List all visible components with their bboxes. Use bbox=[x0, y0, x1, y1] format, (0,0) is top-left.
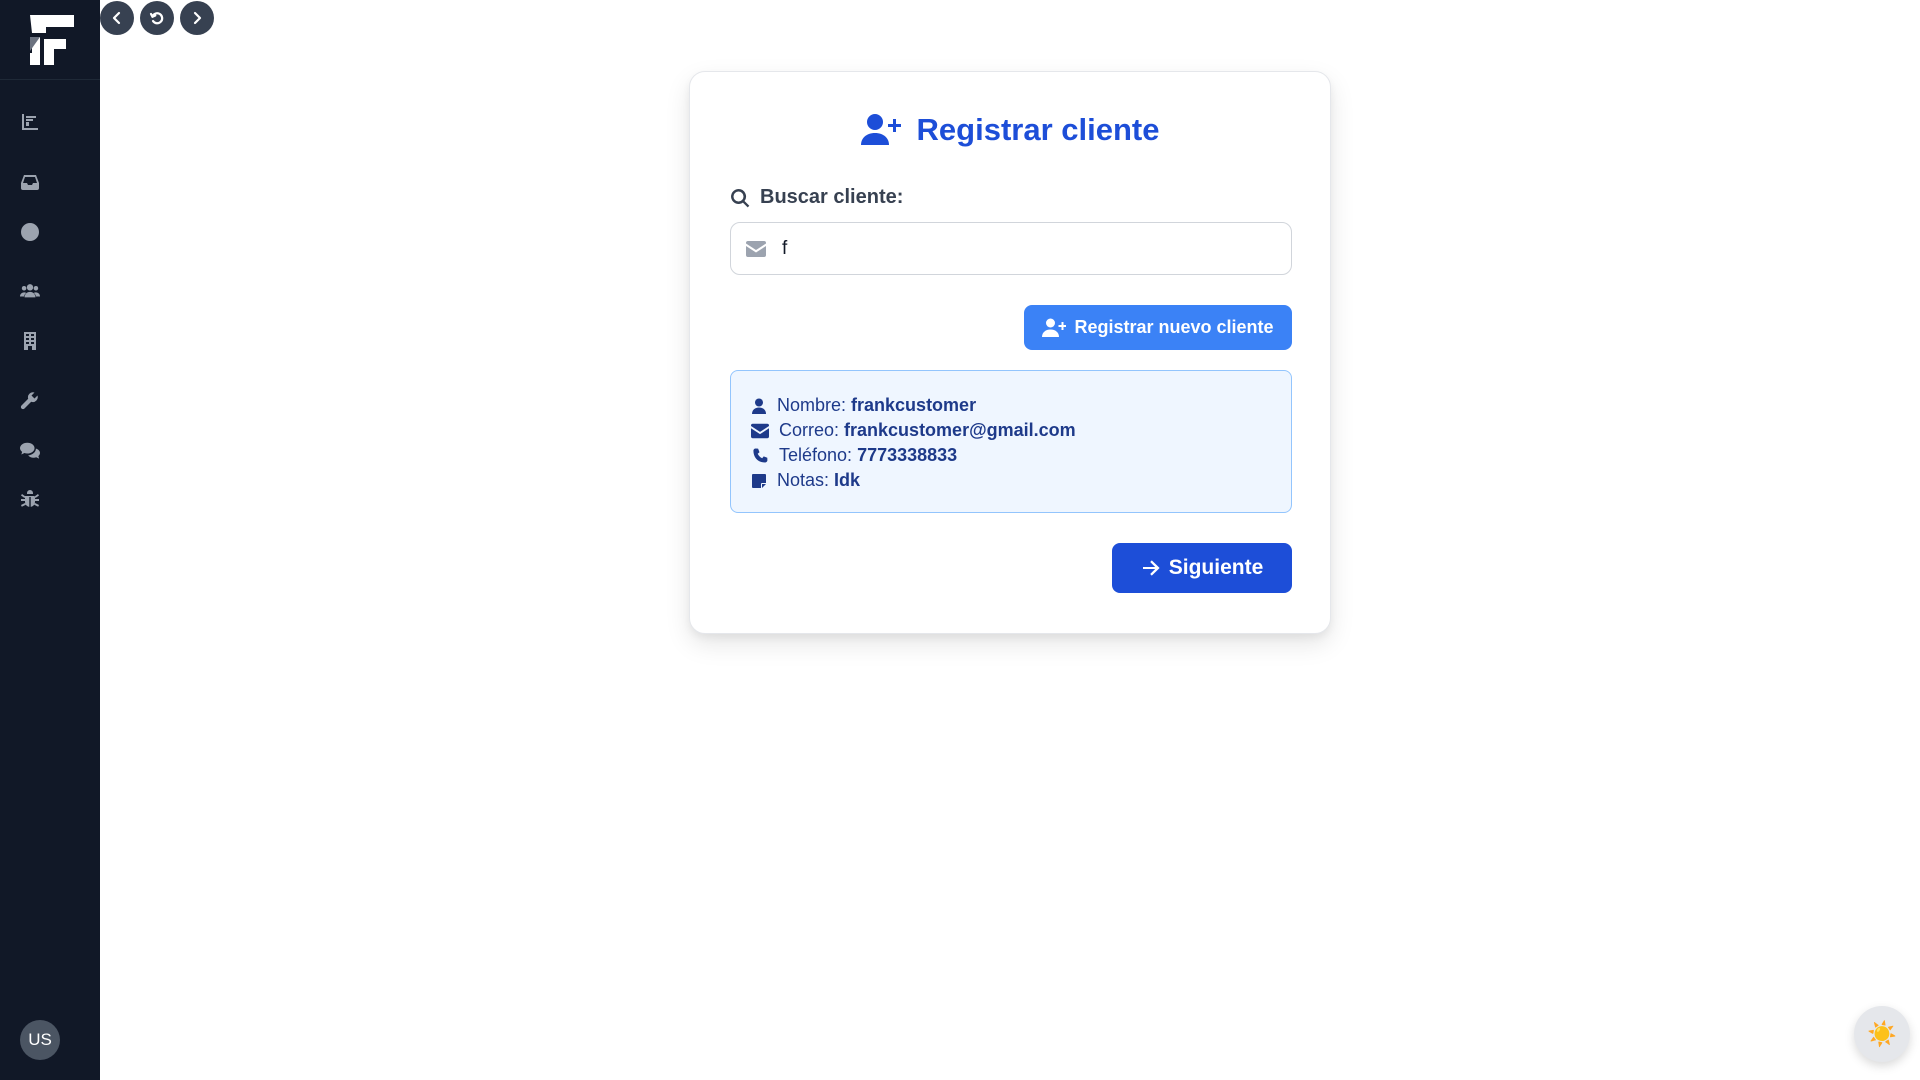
register-new-customer-button[interactable]: Registrar nuevo cliente bbox=[1024, 305, 1292, 350]
chart-icon bbox=[22, 114, 38, 130]
clock-icon bbox=[21, 223, 39, 241]
logo[interactable] bbox=[0, 0, 100, 80]
avatar-initials: US bbox=[28, 1030, 52, 1049]
envelope-icon bbox=[751, 423, 769, 438]
inbox-icon bbox=[21, 175, 39, 190]
user-plus-icon bbox=[1042, 318, 1067, 337]
customer-email-value: frankcustomer@gmail.com bbox=[844, 420, 1076, 440]
customer-notes-label: Notas: bbox=[777, 470, 830, 490]
reload-icon bbox=[149, 12, 164, 25]
next-button[interactable]: Siguiente bbox=[1112, 543, 1292, 593]
card-title-text: Registrar cliente bbox=[916, 112, 1160, 147]
customer-notes-value: Idk bbox=[834, 470, 861, 490]
register-customer-card: Registrar cliente Buscar cliente: Regist… bbox=[689, 71, 1331, 634]
customer-email-row: Correo: frankcustomer@gmail.com bbox=[751, 418, 1291, 443]
search-label-text: Buscar cliente: bbox=[760, 186, 904, 208]
sidebar-item-customers[interactable] bbox=[0, 279, 100, 303]
phone-icon bbox=[753, 448, 768, 462]
search-input[interactable] bbox=[780, 236, 1260, 261]
reload-button[interactable] bbox=[140, 1, 174, 35]
envelope-icon bbox=[746, 240, 766, 257]
customer-name-value: frankcustomer bbox=[851, 395, 977, 415]
chevron-right-icon bbox=[193, 11, 202, 25]
sidebar-nav bbox=[0, 80, 100, 512]
next-button-label: Siguiente bbox=[1168, 556, 1264, 579]
search-label: Buscar cliente: bbox=[730, 186, 903, 209]
user-icon bbox=[752, 398, 766, 414]
search-icon bbox=[731, 188, 750, 207]
register-new-customer-label: Registrar nuevo cliente bbox=[1074, 317, 1274, 337]
back-button[interactable] bbox=[100, 1, 134, 35]
user-avatar[interactable]: US bbox=[20, 1020, 60, 1060]
arrow-right-icon bbox=[1142, 560, 1160, 576]
sidebar-item-services[interactable] bbox=[0, 388, 100, 412]
building-icon bbox=[24, 332, 36, 350]
sidebar-item-messages[interactable] bbox=[0, 438, 100, 462]
logo-icon bbox=[30, 14, 74, 65]
customer-phone-label: Teléfono: bbox=[779, 445, 853, 465]
theme-toggle-button[interactable]: ☀️ bbox=[1854, 1006, 1910, 1062]
sidebar: US bbox=[0, 0, 100, 1080]
sidebar-item-bugs[interactable] bbox=[0, 488, 100, 512]
customer-phone-row: Teléfono: 7773338833 bbox=[751, 443, 1291, 468]
sidebar-item-dashboard[interactable] bbox=[0, 110, 100, 134]
sidebar-item-companies[interactable] bbox=[0, 329, 100, 353]
customer-name-label: Nombre: bbox=[777, 395, 847, 415]
card-title: Registrar cliente bbox=[690, 112, 1330, 148]
bug-icon bbox=[21, 490, 39, 507]
customer-phone-value: 7773338833 bbox=[857, 445, 958, 465]
wrench-icon bbox=[20, 392, 38, 410]
search-field[interactable] bbox=[730, 222, 1292, 275]
user-plus-icon bbox=[860, 114, 901, 145]
sidebar-item-inbox[interactable] bbox=[0, 170, 100, 194]
sun-icon: ☀️ bbox=[1867, 1020, 1897, 1048]
users-icon bbox=[20, 284, 40, 298]
customer-notes-row: Notas: Idk bbox=[751, 468, 1291, 493]
customer-email-label: Correo: bbox=[779, 420, 840, 440]
sticky-note-icon bbox=[752, 473, 766, 488]
customer-info-box: Nombre: frankcustomer Correo: frankcusto… bbox=[730, 370, 1292, 513]
forward-button[interactable] bbox=[180, 1, 214, 35]
customer-name-row: Nombre: frankcustomer bbox=[751, 393, 1291, 418]
comments-icon bbox=[20, 442, 40, 459]
chevron-left-icon bbox=[112, 11, 121, 25]
sidebar-item-history[interactable] bbox=[0, 220, 100, 244]
